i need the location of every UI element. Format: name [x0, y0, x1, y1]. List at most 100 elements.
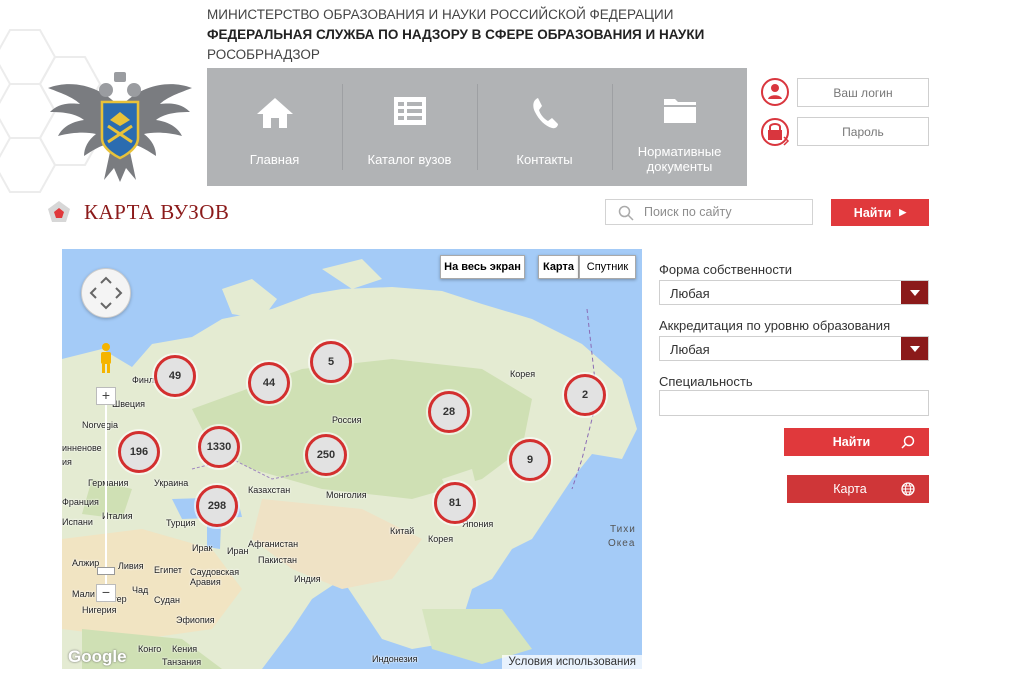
rosobrnadzor-emblem-logo[interactable] [44, 68, 196, 184]
zoom-in-button[interactable]: + [96, 387, 116, 405]
map-place-label: Афганистан [248, 539, 299, 549]
map-cluster-marker[interactable]: 28 [428, 391, 470, 433]
show-map-button[interactable]: Карта [787, 475, 929, 503]
map-place-label: Пакистан [258, 555, 297, 565]
ocean-label: Океа [608, 538, 636, 549]
pentagon-icon [48, 201, 70, 222]
map-place-label: Norvegia [82, 420, 119, 430]
map-place-label: Конго [138, 644, 162, 654]
service-short-name: РОСОБРНАДЗОР [207, 47, 320, 62]
search-input[interactable] [644, 203, 804, 221]
filter-find-button[interactable]: Найти [784, 428, 929, 456]
accreditation-label: Аккредитация по уровню образования [659, 318, 891, 333]
terms-of-use-link[interactable]: Условия использования [502, 655, 642, 669]
phone-icon [530, 96, 560, 146]
map-place-label: Монголия [326, 490, 367, 500]
map-cluster-marker[interactable]: 44 [248, 362, 290, 404]
universities-map[interactable]: Финля Швеция Norvegia Россия инненове ия… [62, 249, 642, 669]
nav-item-home-label: Главная [249, 152, 300, 167]
search-icon [901, 435, 915, 449]
home-icon [255, 96, 295, 146]
login-input[interactable] [797, 78, 929, 107]
map-place-label: Мали [72, 589, 95, 599]
user-icon [761, 78, 789, 106]
nav-item-contacts[interactable]: Контакты [477, 68, 612, 186]
google-logo: Google [68, 647, 127, 666]
nav-item-home[interactable]: Главная [207, 68, 342, 186]
map-place-label: инненове [62, 443, 102, 453]
search-button-label: Найти [853, 205, 892, 220]
map-place-label: Германия [88, 478, 129, 488]
map-place-label: Россия [332, 415, 362, 425]
nav-item-catalog[interactable]: Каталог вузов [342, 68, 477, 186]
ministry-header: МИНИСТЕРСТВО ОБРАЗОВАНИЯ И НАУКИ РОССИЙС… [207, 5, 704, 65]
map-place-label: Корея [510, 369, 536, 379]
ownership-label: Форма собственности [659, 262, 793, 277]
nav-item-documents-label: Нормативные документы [637, 144, 722, 174]
street-view-pegman-icon[interactable] [97, 342, 115, 374]
folder-icon [663, 96, 697, 146]
map-place-label: Алжир [72, 558, 100, 568]
chevron-down-icon [901, 281, 928, 304]
map-cluster-marker[interactable]: 250 [305, 434, 347, 476]
ownership-select-value: Любая [670, 286, 710, 301]
show-map-button-label: Карта [833, 482, 867, 496]
search-icon [618, 205, 634, 221]
map-pan-control[interactable] [81, 268, 131, 318]
map-place-label: Казахстан [248, 485, 291, 495]
map-place-label: Иран [227, 546, 249, 556]
map-place-label: Египет [154, 565, 183, 575]
site-search[interactable] [605, 199, 813, 225]
map-place-label: Судан [154, 595, 180, 605]
nav-item-documents[interactable]: Нормативные документы [612, 68, 747, 186]
ocean-label: Тихи [610, 524, 636, 535]
pan-arrows-icon [89, 276, 123, 310]
search-button[interactable]: Найти ▶ [831, 199, 929, 226]
map-place-label: Корея [428, 534, 454, 544]
map-type-satellite-button[interactable]: Спутник [579, 255, 636, 279]
map-type-map-button[interactable]: Карта [538, 255, 579, 279]
map-place-label: Саудовская Аравия [190, 567, 240, 587]
zoom-slider-handle[interactable] [97, 567, 115, 575]
map-cluster-marker[interactable]: 9 [509, 439, 551, 481]
map-place-label: Нигерия [82, 605, 117, 615]
globe-icon [901, 482, 915, 496]
accreditation-select-value: Любая [670, 342, 710, 357]
accreditation-select[interactable]: Любая [659, 336, 929, 361]
main-nav: Главная Каталог вузов Контакты Нормативн… [207, 68, 747, 186]
map-place-label: Кения [172, 644, 198, 654]
zoom-out-button[interactable]: − [96, 584, 116, 602]
map-place-label: Япония [462, 519, 494, 529]
map-place-label: Испани [62, 517, 93, 527]
map-place-label: Чад [132, 585, 149, 595]
map-place-label: Индонезия [372, 654, 418, 664]
zoom-slider-track[interactable] [105, 394, 107, 584]
lock-icon [761, 118, 790, 146]
map-cluster-marker[interactable]: 5 [310, 341, 352, 383]
map-place-label: Франция [62, 497, 99, 507]
specialty-input[interactable] [659, 390, 929, 416]
nav-item-catalog-label: Каталог вузов [367, 152, 452, 167]
map-place-label: Танзания [162, 657, 202, 667]
password-input[interactable] [797, 117, 929, 146]
map-place-label: Ирак [192, 543, 213, 553]
fullscreen-button[interactable]: На весь экран [440, 255, 525, 279]
map-place-label: Швеция [112, 399, 145, 409]
map-cluster-marker[interactable]: 49 [154, 355, 196, 397]
chevron-down-icon [901, 337, 928, 360]
map-cluster-marker[interactable]: 81 [434, 482, 476, 524]
map-place-label: Индия [294, 574, 321, 584]
map-cluster-marker[interactable]: 196 [118, 431, 160, 473]
map-cluster-marker[interactable]: 2 [564, 374, 606, 416]
map-place-label: Китай [390, 526, 415, 536]
page-title: КАРТА ВУЗОВ [84, 200, 230, 224]
map-place-label: Украина [154, 478, 189, 488]
arrow-right-icon: ▶ [899, 207, 907, 217]
map-cluster-marker[interactable]: 1330 [198, 426, 240, 468]
ministry-name: МИНИСТЕРСТВО ОБРАЗОВАНИЯ И НАУКИ РОССИЙС… [207, 7, 674, 22]
ownership-select[interactable]: Любая [659, 280, 929, 305]
map-place-label: Ливия [118, 561, 144, 571]
specialty-label: Специальность [659, 374, 753, 389]
service-name: ФЕДЕРАЛЬНАЯ СЛУЖБА ПО НАДЗОРУ В СФЕРЕ ОБ… [207, 27, 705, 42]
map-cluster-marker[interactable]: 298 [196, 485, 238, 527]
